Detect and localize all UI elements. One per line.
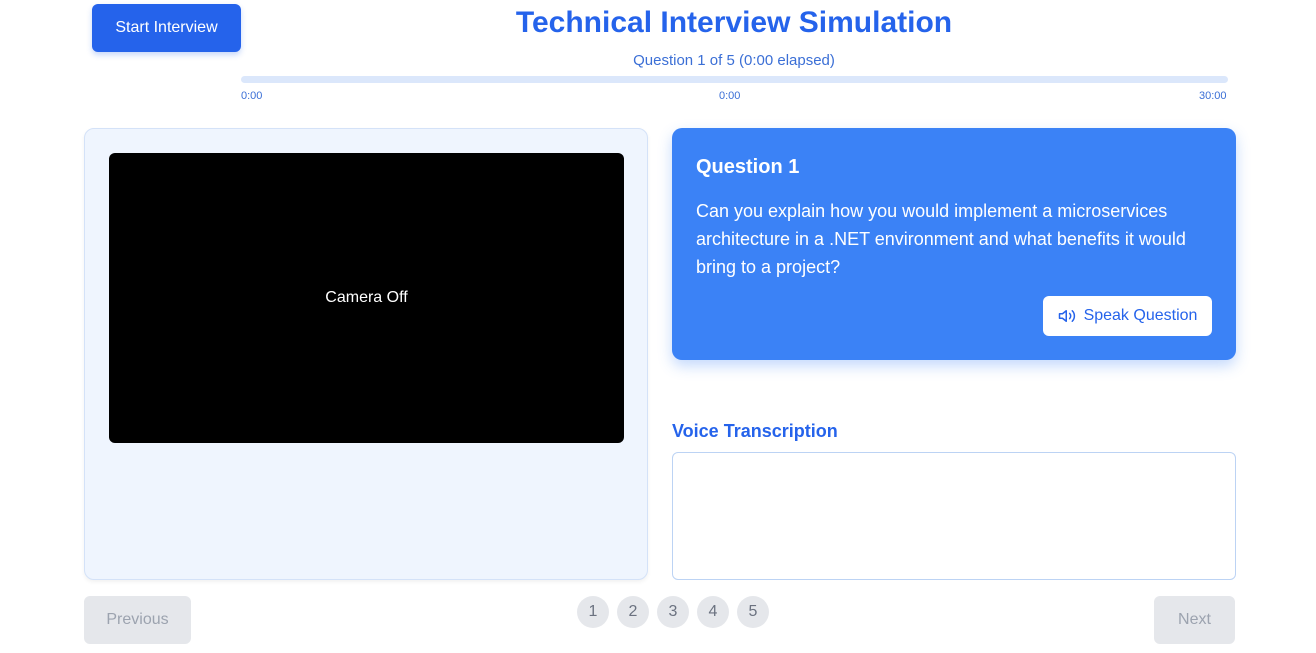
timer-tick-end: 30:00 bbox=[1199, 90, 1227, 102]
timer-tick-elapsed: 0:00 bbox=[719, 90, 741, 102]
interview-app: Start Interview Technical Interview Simu… bbox=[0, 0, 1316, 653]
camera-status-text: Camera Off bbox=[325, 289, 408, 306]
next-button[interactable]: Next bbox=[1154, 596, 1235, 644]
page-button-1[interactable]: 1 bbox=[577, 596, 609, 628]
page-button-2[interactable]: 2 bbox=[617, 596, 649, 628]
question-progress-label: Question 1 of 5 (0:00 elapsed) bbox=[633, 52, 835, 69]
speaker-icon bbox=[1058, 307, 1076, 325]
previous-button[interactable]: Previous bbox=[84, 596, 191, 644]
speak-question-button[interactable]: Speak Question bbox=[1043, 296, 1212, 336]
camera-preview: Camera Off bbox=[109, 153, 624, 443]
question-text: Can you explain how you would implement … bbox=[696, 201, 1186, 277]
page-button-5[interactable]: 5 bbox=[737, 596, 769, 628]
start-interview-button[interactable]: Start Interview bbox=[92, 4, 241, 52]
transcription-textarea[interactable] bbox=[672, 452, 1236, 580]
timer-tick-start: 0:00 bbox=[241, 90, 263, 102]
speak-question-label: Speak Question bbox=[1083, 307, 1198, 324]
page-button-3[interactable]: 3 bbox=[657, 596, 689, 628]
voice-transcription-label: Voice Transcription bbox=[672, 421, 838, 441]
question-card: Question 1 Can you explain how you would… bbox=[672, 128, 1236, 360]
timer-progress-bar bbox=[241, 76, 1228, 83]
question-title: Question 1 bbox=[696, 156, 800, 178]
page-button-4[interactable]: 4 bbox=[697, 596, 729, 628]
video-panel: Camera Off bbox=[84, 128, 648, 580]
question-pagination: 1 2 3 4 5 bbox=[577, 596, 769, 628]
page-title: Technical Interview Simulation bbox=[515, 6, 953, 39]
